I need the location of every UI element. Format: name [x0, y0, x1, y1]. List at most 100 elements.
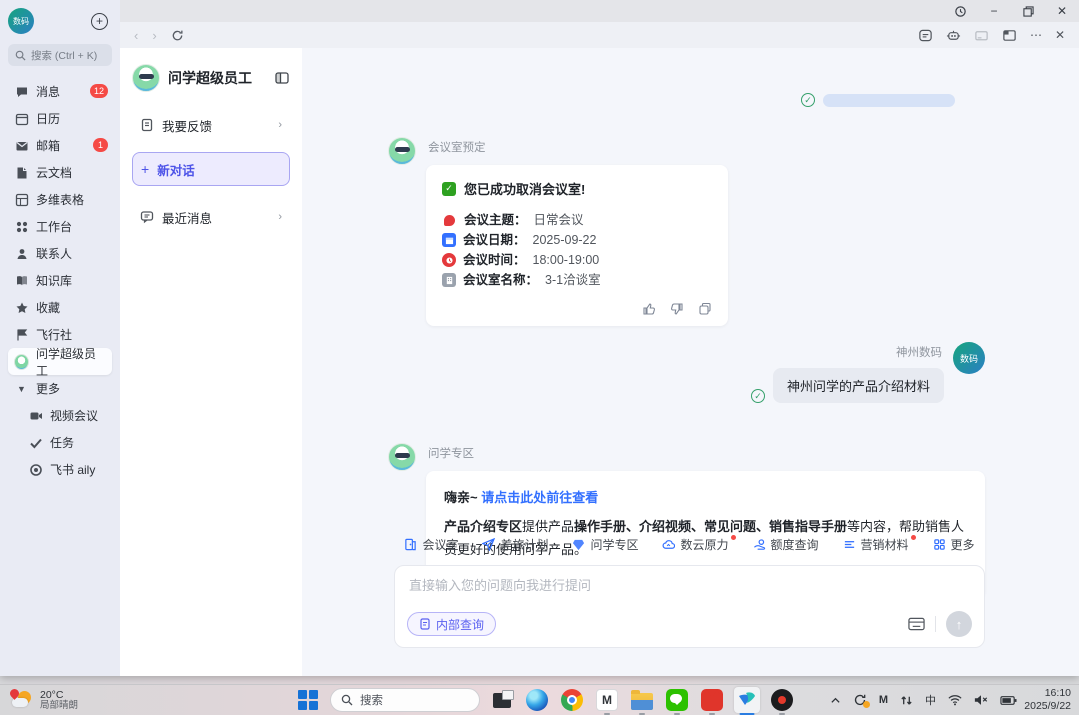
send-button[interactable]: ↑ — [946, 611, 972, 637]
task-view-button[interactable] — [489, 687, 515, 713]
avatar[interactable]: 数码 — [8, 8, 34, 34]
message-list: ✓ 会议室预定 ✓ 您已成功取消会议室! — [388, 48, 985, 614]
history-icon[interactable] — [943, 0, 977, 22]
message-card-icon[interactable] — [918, 28, 933, 43]
meeting-card: ✓ 您已成功取消会议室! 会议主题： 日常会议 会议日期： — [426, 165, 728, 326]
network-activity-icon[interactable] — [900, 694, 913, 707]
back-icon[interactable]: ‹ — [134, 28, 138, 43]
edge-app[interactable] — [524, 687, 550, 713]
restore-button[interactable] — [1011, 0, 1045, 22]
file-explorer-app[interactable] — [629, 687, 655, 713]
cat-app[interactable] — [699, 687, 725, 713]
message-input[interactable] — [409, 578, 970, 593]
sidebar-item-mail[interactable]: 邮箱 1 — [8, 132, 112, 159]
sidebar-item-favorites[interactable]: 收藏 — [8, 294, 112, 321]
success-check-icon: ✓ — [442, 182, 456, 196]
wifi-icon[interactable] — [948, 694, 962, 706]
shortcut-panel-icon[interactable] — [908, 617, 925, 631]
forward-icon[interactable]: › — [152, 28, 156, 43]
sidebar-item-contacts[interactable]: 联系人 — [8, 240, 112, 267]
tab-meeting-room[interactable]: 会议室 — [404, 536, 458, 553]
sidebar-item-label: 飞行社 — [36, 326, 72, 343]
m-tray-icon[interactable]: M — [879, 694, 888, 706]
meeting-row: 会议主题： 日常会议 — [442, 210, 712, 230]
start-button[interactable] — [295, 687, 321, 713]
edge-icon — [526, 689, 548, 711]
recorder-app[interactable] — [769, 687, 795, 713]
tab-travel-plan[interactable]: 差旅计划 — [482, 536, 548, 553]
zone-link[interactable]: 请点击此处前往查看 — [481, 490, 598, 505]
meeting-card-title: 您已成功取消会议室! — [464, 179, 585, 198]
table-grid-icon — [14, 193, 29, 207]
sync-tray-icon[interactable] — [853, 693, 867, 707]
battery-icon[interactable] — [1000, 695, 1017, 706]
sidebar-item-workbench[interactable]: 工作台 — [8, 213, 112, 240]
bot-settings-icon[interactable] — [946, 28, 961, 43]
user-message: 神州数码 ✓ 神州问学的产品介绍材料 数码 — [388, 342, 985, 403]
tab-more[interactable]: 更多 — [933, 536, 975, 553]
tab-wenxue-zone[interactable]: 问学专区 — [572, 536, 638, 553]
bot-panel-header: 问学超级员工 — [132, 64, 290, 92]
bot-avatar[interactable] — [388, 443, 416, 471]
taskbar: 20°C 局部晴朗 搜索 M M — [0, 684, 1079, 715]
search-input[interactable]: 搜索 (Ctrl + K) — [8, 44, 112, 66]
weather-temp: 20°C — [40, 689, 78, 701]
windows-logo-icon — [298, 690, 318, 710]
copy-icon[interactable] — [698, 302, 712, 316]
sidebar-item-label: 收藏 — [36, 299, 60, 316]
taskbar-search[interactable]: 搜索 — [330, 688, 480, 712]
user-message-bubble[interactable]: 神州问学的产品介绍材料 — [773, 368, 944, 403]
internal-query-tag[interactable]: 内部查询 — [407, 612, 496, 636]
sidebar-item-knowledge[interactable]: 知识库 — [8, 267, 112, 294]
tab-shuyun[interactable]: 数云原力 — [662, 536, 728, 553]
thumbs-up-icon[interactable] — [642, 302, 656, 316]
sidebar-item-wenxue-bot[interactable]: 问学超级员工 — [8, 348, 112, 375]
collapse-panel-icon[interactable] — [274, 70, 290, 86]
volume-muted-icon[interactable] — [974, 694, 988, 706]
taskbar-clock[interactable]: 16:10 2025/9/22 — [1024, 687, 1071, 713]
sidebar-item-more[interactable]: ▼ 更多 — [8, 375, 112, 402]
wechat-app[interactable] — [664, 687, 690, 713]
workbench-icon — [14, 220, 29, 234]
new-chat-button[interactable]: + 新对话 — [132, 152, 290, 186]
tray-expand-icon[interactable] — [830, 695, 841, 706]
sidebar-item-aily[interactable]: 飞书 aily — [22, 456, 112, 483]
aily-icon — [28, 463, 43, 477]
close-chat-icon[interactable]: ✕ — [1055, 28, 1065, 42]
sidebar-item-messages[interactable]: 消息 12 — [8, 78, 112, 105]
sidebar-item-docs[interactable]: 云文档 — [8, 159, 112, 186]
greeting-text: 嗨亲~ — [444, 490, 478, 505]
chrome-app[interactable] — [559, 687, 585, 713]
sidebar-item-tasks[interactable]: 任务 — [22, 429, 112, 456]
feishu-app[interactable] — [734, 687, 760, 713]
task-view-icon — [493, 693, 511, 708]
tab-marketing[interactable]: 营销材料 — [843, 536, 909, 553]
feedback-item[interactable]: 我要反馈 › — [132, 108, 290, 142]
video-call-icon[interactable] — [974, 28, 989, 43]
refresh-icon[interactable] — [171, 29, 184, 42]
ime-indicator[interactable]: 中 — [925, 692, 936, 708]
user-avatar[interactable]: 数码 — [953, 342, 985, 374]
minimize-button[interactable]: − — [977, 0, 1011, 22]
new-chat-label: 新对话 — [157, 160, 195, 179]
video-camera-icon — [28, 409, 43, 423]
layout-panel-icon[interactable] — [1002, 28, 1017, 43]
screen: 数码 + 搜索 (Ctrl + K) 消息 12 日历 邮箱 1 — [0, 0, 1079, 715]
cloud-doc-icon — [14, 166, 29, 180]
bot-avatar[interactable] — [388, 137, 416, 165]
tab-quota-query[interactable]: 额度查询 — [753, 536, 819, 553]
thumbs-down-icon[interactable] — [670, 302, 684, 316]
add-icon[interactable]: + — [91, 13, 108, 30]
sidebar-item-label: 日历 — [36, 110, 60, 127]
m-app[interactable]: M — [594, 687, 620, 713]
chevron-right-icon: › — [278, 119, 282, 131]
close-button[interactable]: ✕ — [1045, 0, 1079, 22]
gem-icon — [572, 538, 585, 551]
more-icon[interactable]: ⋯ — [1030, 28, 1042, 42]
sidebar-item-calendar[interactable]: 日历 — [8, 105, 112, 132]
sidebar-item-video-meeting[interactable]: 视频会议 — [22, 402, 112, 429]
weather-widget[interactable]: 20°C 局部晴朗 — [10, 689, 78, 712]
recent-messages-item[interactable]: 最近消息 › — [132, 200, 290, 234]
apps-grid-icon — [933, 538, 946, 551]
sidebar-item-base[interactable]: 多维表格 — [8, 186, 112, 213]
